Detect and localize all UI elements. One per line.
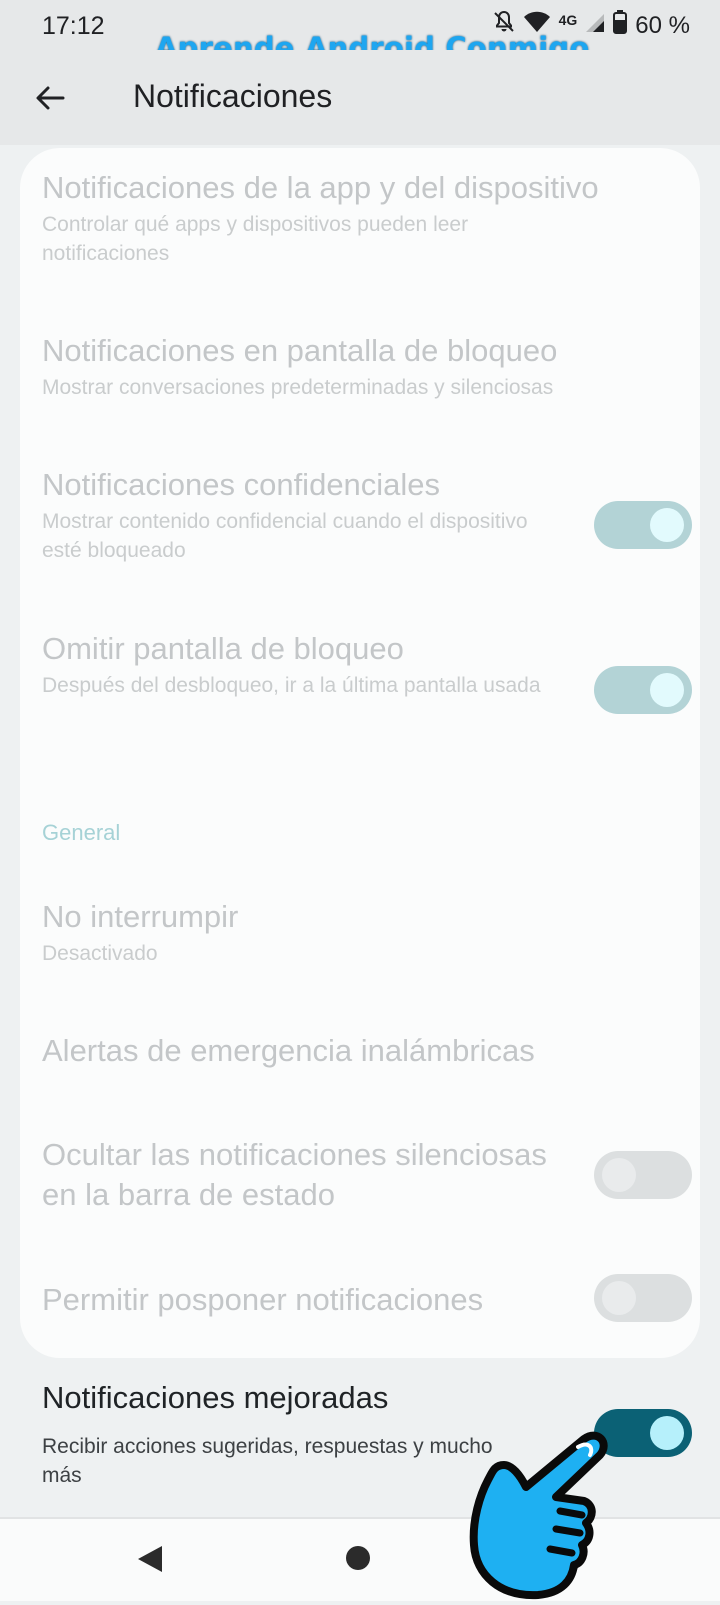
sensitive-notifications-toggle[interactable]	[594, 501, 692, 549]
arrow-left-icon	[36, 86, 65, 110]
setting-title: Notificaciones en pantalla de bloqueo	[42, 333, 558, 368]
enhanced-notifications-title[interactable]: Notificaciones mejoradas	[42, 1380, 388, 1416]
setting-subtitle: Mostrar contenido confidencial cuando el…	[42, 510, 528, 562]
toggle-knob	[650, 673, 684, 707]
setting-title: Ocultar las notificaciones silenciosas e…	[42, 1137, 547, 1212]
setting-subtitle: Controlar qué apps y dispositivos pueden…	[42, 213, 469, 265]
setting-hide-silent-notifications[interactable]: Ocultar las notificaciones silenciosas e…	[42, 1135, 560, 1215]
toggle-knob	[650, 1416, 684, 1450]
section-header-general: General	[42, 820, 121, 845]
enhanced-notifications-subtitle: Recibir acciones sugeridas, respuestas y…	[42, 1435, 493, 1487]
toggle-knob	[602, 1281, 636, 1315]
network-type: 4G	[558, 11, 578, 28]
setting-title: Notificaciones de la app y del dispositi…	[42, 170, 599, 205]
setting-emergency-alerts[interactable]: Alertas de emergencia inalámbricas	[42, 1031, 678, 1071]
setting-subtitle: Después del desbloqueo, ir a la última p…	[42, 674, 541, 697]
setting-title: No interrumpir	[42, 899, 239, 934]
toggle-knob	[602, 1158, 636, 1192]
setting-skip-lockscreen[interactable]: Omitir pantalla de bloqueo Después del d…	[42, 629, 570, 700]
battery-icon	[613, 10, 628, 41]
navigation-bar	[0, 1517, 720, 1601]
toggle-knob	[650, 508, 684, 542]
page-title: Notificaciones	[133, 78, 333, 114]
nav-home-icon[interactable]	[346, 1546, 370, 1570]
app-bar: Notificaciones	[0, 50, 720, 145]
skip-lockscreen-toggle[interactable]	[594, 666, 692, 714]
setting-title: Permitir posponer notificaciones	[42, 1282, 484, 1317]
snooze-notifications-toggle[interactable]	[594, 1274, 692, 1322]
setting-title: Notificaciones confidenciales	[42, 467, 441, 502]
pointing-hand-icon	[469, 1431, 608, 1600]
setting-do-not-disturb[interactable]: No interrumpir Desactivado	[42, 897, 678, 968]
setting-subtitle: Mostrar conversaciones predeterminadas y…	[42, 376, 554, 399]
back-button[interactable]	[26, 74, 74, 122]
setting-sensitive-notifications[interactable]: Notificaciones confidenciales Mostrar co…	[42, 465, 570, 565]
battery-level: 60 %	[635, 11, 690, 39]
hide-silent-notifications-toggle[interactable]	[594, 1151, 692, 1199]
setting-lockscreen-notifications[interactable]: Notificaciones en pantalla de bloqueo Mo…	[42, 331, 678, 402]
setting-snooze-notifications[interactable]: Permitir posponer notificaciones	[42, 1280, 560, 1320]
nav-back-icon[interactable]	[136, 1544, 164, 1579]
setting-title: Alertas de emergencia inalámbricas	[42, 1033, 535, 1068]
setting-app-device-notifications[interactable]: Notificaciones de la app y del dispositi…	[42, 168, 678, 268]
setting-subtitle: Desactivado	[42, 942, 158, 965]
status-time: 17:12	[42, 12, 105, 40]
setting-title: Omitir pantalla de bloqueo	[42, 631, 404, 666]
